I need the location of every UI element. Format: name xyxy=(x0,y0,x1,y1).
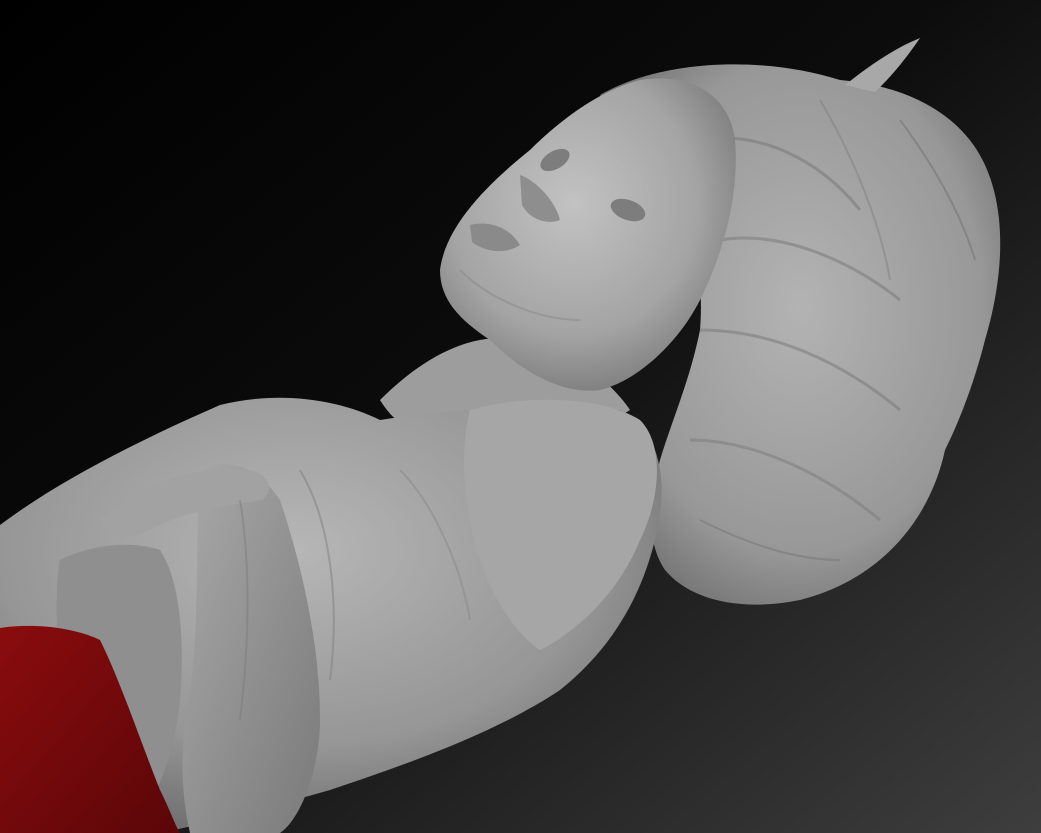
sculpt-render xyxy=(0,0,1041,833)
sculpt-viewport[interactable] xyxy=(0,0,1041,833)
